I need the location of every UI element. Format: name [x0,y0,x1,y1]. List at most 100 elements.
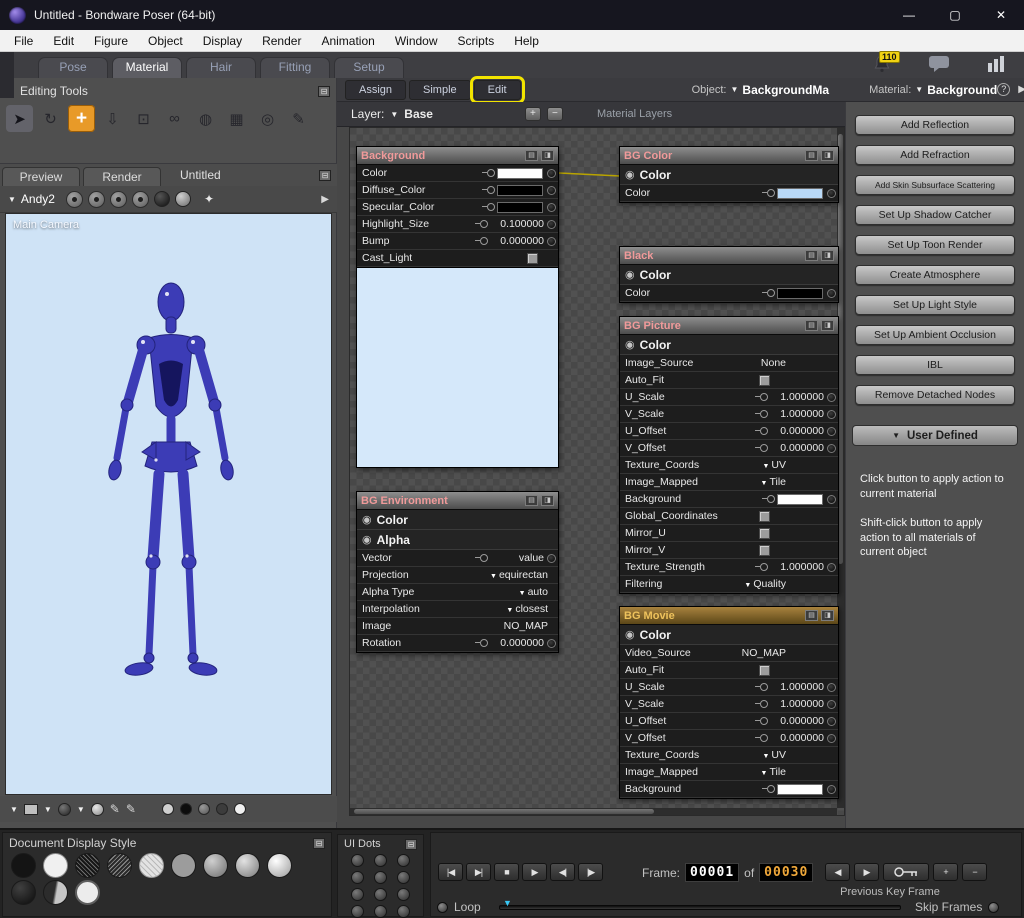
output-connector-icon[interactable] [827,410,836,419]
output-connector-icon[interactable] [827,683,836,692]
close-button[interactable]: ✕ [978,0,1024,30]
display-style-hidden-line[interactable] [139,853,164,878]
param-color[interactable]: Color [620,285,838,302]
parameter-dial[interactable] [760,427,768,435]
depth-style-circle-5[interactable] [234,803,246,815]
notifications-bell-icon[interactable]: 110 [872,54,892,77]
param-auto-fit[interactable]: Auto_Fit [620,372,838,389]
translate-in-z-tool[interactable]: ⇩ [99,105,126,132]
output-connector-icon[interactable] [827,189,836,198]
skip-frames-toggle[interactable] [988,902,999,913]
parameter-dial[interactable] [767,289,775,297]
param-value[interactable]: 0.000000 [490,637,544,649]
next-keyframe-button[interactable]: ▶ [854,863,879,881]
param-rotation[interactable]: Rotation0.000000 [357,635,558,652]
paint-style-icon-1[interactable]: ✎ [110,802,120,816]
param-video-source[interactable]: Video_SourceNO_MAP [620,645,838,662]
param-v-offset[interactable]: V_Offset0.000000 [620,730,838,747]
grouping-tool[interactable]: ▦ [223,105,250,132]
param-dropdown[interactable]: Quality [744,578,786,590]
output-connector-icon[interactable] [827,785,836,794]
param-diffuse-color[interactable]: Diffuse_Color [357,182,558,199]
depth-style-circle-1[interactable] [162,803,174,815]
depth-style-circle-3[interactable] [198,803,210,815]
node-collapse-icon[interactable]: ◨ [821,320,834,331]
output-socket-icon[interactable]: ◉ [625,168,635,181]
tab-preview[interactable]: Preview [2,167,80,187]
material-tab-edit[interactable]: Edit [474,80,521,100]
param-image-mapped[interactable]: Image_MappedTile [620,764,838,781]
previous-keyframe-button[interactable]: ◀ [825,863,850,881]
param-bump[interactable]: Bump0.000000 [357,233,558,250]
select-tool[interactable]: ➤ [6,105,33,132]
param-value[interactable]: 1.000000 [770,408,824,420]
layer-dropdown-icon[interactable]: ▼ [390,110,398,119]
parameter-dial[interactable] [480,639,488,647]
param-mirror-u[interactable]: Mirror_U [620,525,838,542]
output-connector-icon[interactable] [827,563,836,572]
figure-dropdown-icon[interactable]: ▼ [8,195,16,204]
output-connector-icon[interactable] [827,393,836,402]
light-control-icon[interactable]: ✦ [204,192,214,206]
node-menu-icon[interactable]: ▤ [525,150,538,161]
color-swatch[interactable] [497,202,543,213]
chat-bubble-icon[interactable] [928,55,950,76]
param-checkbox[interactable] [759,528,770,539]
parameter-dial[interactable] [760,717,768,725]
help-icon[interactable]: ? [997,83,1010,96]
color-swatch[interactable] [497,185,543,196]
trackball-dark-icon[interactable] [154,191,170,207]
output-connector-icon[interactable] [827,444,836,453]
parameter-dial[interactable] [480,554,488,562]
param-texture-coords[interactable]: Texture_CoordsUV [620,747,838,764]
menu-item-edit[interactable]: Edit [43,32,84,50]
param-cast-light[interactable]: Cast_Light [357,250,558,267]
param-background[interactable]: Background [620,781,838,798]
param-v-scale[interactable]: V_Scale1.000000 [620,696,838,713]
node-collapse-icon[interactable]: ◨ [541,150,554,161]
scale-tool[interactable]: ⊡ [130,105,157,132]
action-set-up-shadow-catcher[interactable]: Set Up Shadow Catcher [855,205,1015,225]
param-value[interactable]: NO_MAP [494,620,548,632]
object-value[interactable]: BackgroundMa [742,83,829,97]
background-swatch[interactable] [24,804,38,815]
output-connector-icon[interactable] [547,203,556,212]
style-sphere-dark-icon[interactable] [58,803,71,816]
display-style-outline[interactable] [43,853,68,878]
canvas-horizontal-scrollbar[interactable] [350,808,837,815]
param-dropdown[interactable]: UV [762,749,786,761]
ui-dot-12[interactable] [397,905,410,918]
chain-break-tool[interactable]: ∞ [161,105,188,132]
menu-item-help[interactable]: Help [504,32,549,50]
node-header[interactable]: Black▤◨ [620,247,838,265]
action-set-up-toon-render[interactable]: Set Up Toon Render [855,235,1015,255]
trackball-light-icon[interactable] [175,191,191,207]
current-frame-field[interactable]: 00001 [685,863,739,882]
view-magnifier-tool[interactable]: ◎ [254,105,281,132]
maximize-button[interactable]: ▢ [932,0,978,30]
param-value[interactable]: None [732,357,786,369]
display-style-smooth-shaded[interactable] [235,853,260,878]
node-menu-icon[interactable]: ▤ [525,495,538,506]
material-selector[interactable]: Material: ▼ Background [869,83,997,97]
figure-row-expand-icon[interactable]: ▶ [321,194,329,205]
param-interpolation[interactable]: Interpolationclosest [357,601,558,618]
add-keyframe-button[interactable]: + [933,863,958,881]
param-value[interactable]: 1.000000 [770,698,824,710]
ui-dot-11[interactable] [374,905,387,918]
twist-tool[interactable]: ↻ [37,105,64,132]
menu-item-window[interactable]: Window [385,32,448,50]
menu-item-render[interactable]: Render [252,32,311,50]
param-checkbox[interactable] [759,375,770,386]
paint-style-icon-2[interactable]: ✎ [126,802,136,816]
output-socket-icon[interactable]: ◉ [625,268,635,281]
total-frames-field[interactable]: 00030 [759,863,813,882]
param-vector[interactable]: Vectorvalue [357,550,558,567]
action-add-reflection[interactable]: Add Reflection [855,115,1015,135]
output-connector-icon[interactable] [827,717,836,726]
ui-dots-collapse-icon[interactable]: ⊟ [405,839,417,850]
material-tab-assign[interactable]: Assign [345,80,406,100]
render-stats-chart-icon[interactable] [986,55,1006,76]
horizontal-scroll-thumb[interactable] [354,809,654,814]
action-set-up-light-style[interactable]: Set Up Light Style [855,295,1015,315]
